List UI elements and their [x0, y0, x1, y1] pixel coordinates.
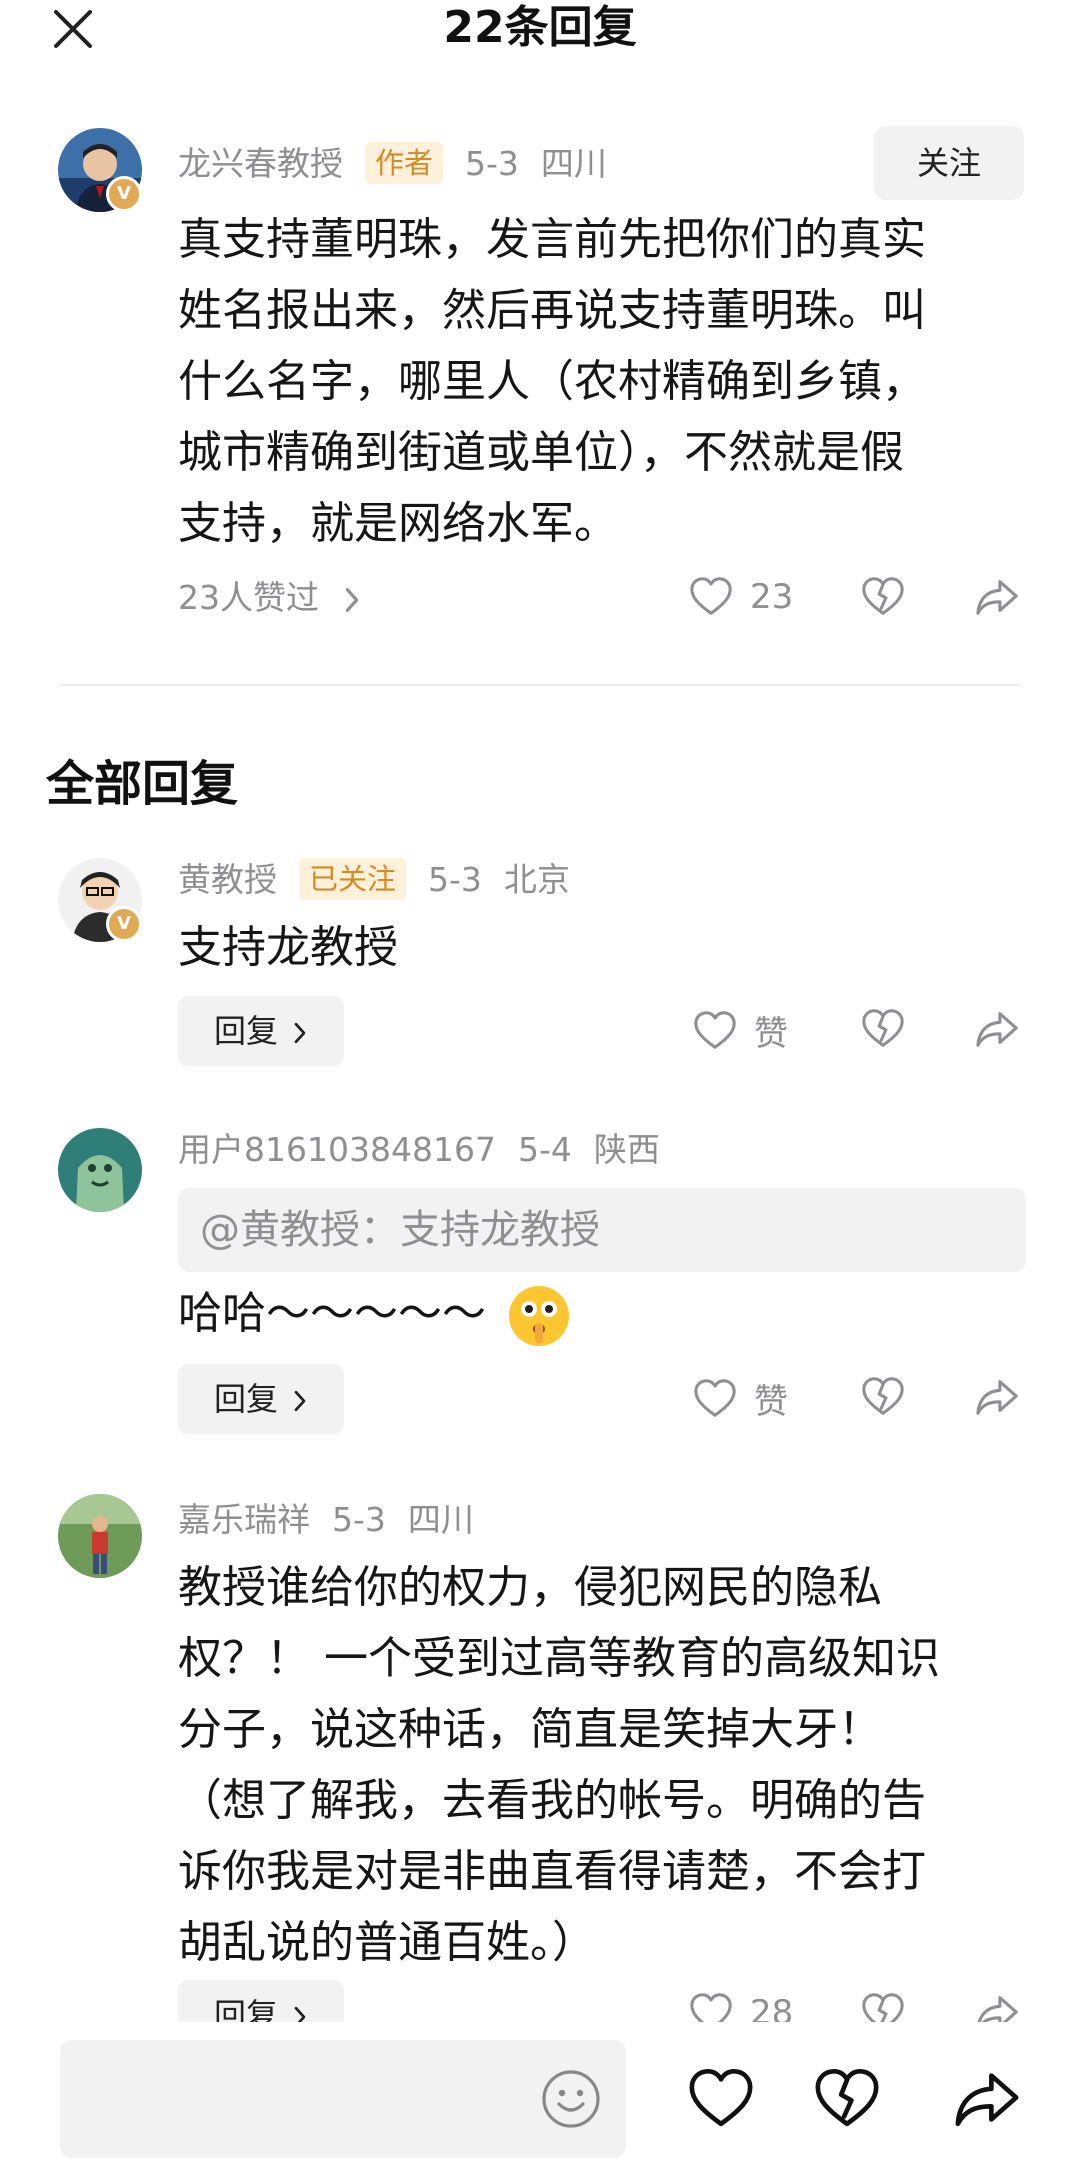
- comment-text: 支持龙教授: [178, 922, 398, 973]
- share-icon[interactable]: [952, 2064, 1022, 2138]
- share-icon: [974, 1374, 1020, 1420]
- date: 5-3: [332, 1500, 386, 1539]
- like-button[interactable]: 23: [688, 574, 793, 620]
- share-button[interactable]: [974, 1006, 1020, 1052]
- comment-text: 真支持董明珠，发言前先把你们的真实 姓名报出来，然后再说支持董明珠。叫 什么名字…: [178, 214, 926, 549]
- like-button[interactable]: 赞: [692, 1374, 788, 1423]
- dislike-button[interactable]: [860, 1006, 906, 1052]
- location: 北京: [503, 860, 570, 899]
- comment-text: 哈哈～～～～～: [178, 1278, 1028, 1349]
- verified-badge-icon: V: [106, 906, 142, 942]
- date: 5-4: [517, 1130, 572, 1169]
- share-icon: [974, 574, 1020, 620]
- avatar[interactable]: [58, 1494, 142, 1578]
- heart-icon: [688, 574, 734, 620]
- username[interactable]: 龙兴春教授: [178, 144, 343, 183]
- broken-heart-icon[interactable]: [812, 2064, 882, 2138]
- comment-text: 教授谁给你的权力，侵犯网民的隐私 权？！ 一个受到过高等教育的高级知识 分子，说…: [178, 1562, 940, 1968]
- heart-icon: [692, 1008, 738, 1054]
- share-button[interactable]: [974, 574, 1020, 620]
- divider: [60, 684, 1020, 686]
- like-button[interactable]: 赞: [692, 1006, 788, 1055]
- location: 四川: [540, 144, 607, 183]
- comment-meta: 嘉乐瑞祥 5-3 四川: [178, 1498, 496, 1542]
- section-title: 全部回复: [46, 756, 239, 812]
- dislike-button[interactable]: [860, 574, 906, 620]
- comment-meta: 龙兴春教授 作者 5-3 四川: [178, 142, 629, 186]
- date: 5-3: [428, 860, 482, 899]
- reply-button[interactable]: 回复: [178, 996, 344, 1066]
- emoji-icon[interactable]: [540, 2068, 602, 2134]
- likers-link[interactable]: 23人赞过: [178, 576, 362, 620]
- followed-tag: 已关注: [299, 858, 407, 900]
- follow-button[interactable]: 关注: [874, 126, 1024, 200]
- chevron-right-icon: [342, 585, 362, 615]
- quoted-reply[interactable]: @黄教授：支持龙教授: [178, 1188, 1026, 1272]
- date: 5-3: [465, 144, 519, 183]
- chevron-right-icon: [292, 1388, 308, 1414]
- avatar[interactable]: [58, 1128, 142, 1212]
- broken-heart-icon: [860, 1374, 906, 1420]
- reply-button[interactable]: 回复: [178, 1364, 344, 1434]
- heart-icon: [692, 1376, 738, 1422]
- page-title: 22条回复: [443, 2, 637, 53]
- share-button[interactable]: [974, 1374, 1020, 1420]
- chevron-right-icon: [292, 1020, 308, 1046]
- username[interactable]: 黄教授: [178, 860, 277, 899]
- shush-emoji-icon: [509, 1286, 569, 1346]
- verified-badge-icon: V: [106, 176, 142, 212]
- heart-icon[interactable]: [686, 2064, 756, 2138]
- location: 四川: [407, 1500, 474, 1539]
- broken-heart-icon: [860, 1006, 906, 1052]
- comment-meta: 黄教授 已关注 5-3 北京: [178, 858, 592, 902]
- share-icon: [974, 1006, 1020, 1052]
- username[interactable]: 用户816103848167: [178, 1130, 496, 1169]
- comment-meta: 用户816103848167 5-4 陕西: [178, 1128, 682, 1172]
- broken-heart-icon: [860, 574, 906, 620]
- author-tag: 作者: [365, 142, 444, 184]
- username[interactable]: 嘉乐瑞祥: [178, 1500, 310, 1539]
- dislike-button[interactable]: [860, 1374, 906, 1420]
- location: 陕西: [593, 1130, 660, 1169]
